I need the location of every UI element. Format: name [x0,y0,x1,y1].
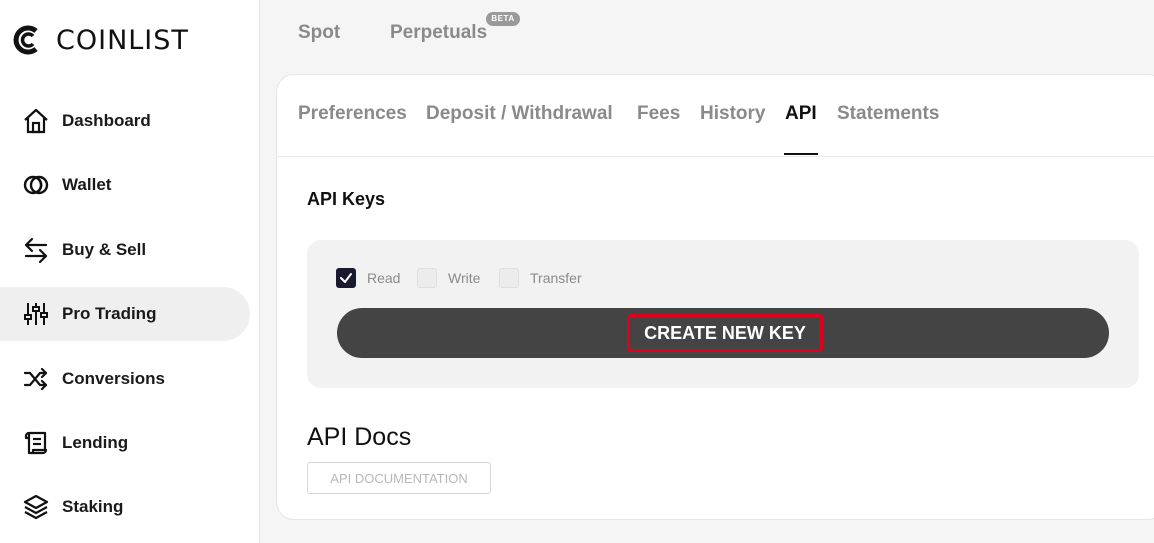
sidebar-item-staking[interactable]: Staking [0,480,250,534]
sliders-icon [22,300,50,328]
main-content: Spot Perpetuals BETA Preferences Deposit… [261,0,1154,543]
sidebar-item-label: Wallet [62,175,112,194]
api-keys-title: API Keys [307,189,386,209]
checkbox-unchecked[interactable] [499,268,519,288]
create-new-key-button[interactable]: CREATE NEW KEY [337,308,1109,358]
api-documentation-button[interactable]: API DOCUMENTATION [307,462,491,494]
swap-arrows-icon [22,236,50,264]
coinlist-logo-icon [13,25,38,55]
permission-label: Read [367,270,401,286]
sidebar-item-label: Lending [62,433,129,452]
tab-api[interactable]: API [785,103,817,125]
sidebar-item-lending[interactable]: Lending [0,416,250,470]
tab-fees[interactable]: Fees [637,103,680,125]
sidebar-item-pro-trading[interactable]: Pro Trading [0,287,250,341]
permission-write-checkbox[interactable]: Write [417,268,480,288]
tab-perpetuals[interactable]: Perpetuals [390,22,487,44]
beta-badge: BETA [486,12,520,26]
scroll-icon [22,429,50,457]
settings-card: Preferences Deposit / Withdrawal Fees Hi… [276,74,1154,520]
api-docs-title: API Docs [307,423,412,451]
coinlist-logo[interactable]: COINLIST [12,22,189,58]
create-new-key-label: CREATE NEW KEY [627,314,823,352]
tab-preferences[interactable]: Preferences [298,103,407,125]
wallet-rings-icon [22,171,50,199]
shuffle-icon [22,365,50,393]
permission-read-checkbox[interactable]: Read [336,268,400,288]
layers-icon [22,493,50,521]
tab-statements[interactable]: Statements [837,103,939,125]
sidebar-item-label: Conversions [62,369,165,388]
checkbox-checked[interactable] [336,268,356,288]
checkmark-icon [340,273,352,283]
active-tab-indicator [784,153,818,155]
permission-transfer-checkbox[interactable]: Transfer [499,268,582,288]
permission-label: Transfer [530,270,582,286]
sidebar-item-label: Dashboard [62,111,151,130]
brand-name: COINLIST [56,24,189,56]
tab-spot[interactable]: Spot [298,22,340,44]
house-icon [22,107,50,135]
settings-tabs: Preferences Deposit / Withdrawal Fees Hi… [277,75,1154,157]
sidebar-item-label: Staking [62,497,124,516]
sidebar-item-dashboard[interactable]: Dashboard [0,94,250,148]
permission-label: Write [448,270,481,286]
sidebar-item-buy-sell[interactable]: Buy & Sell [0,223,250,277]
sidebar: COINLIST Dashboard Wallet Buy & Sell Pro… [0,0,260,543]
tab-deposit-withdrawal[interactable]: Deposit / Withdrawal [426,103,613,125]
sidebar-item-conversions[interactable]: Conversions [0,352,250,406]
api-keys-panel: Read Write Transfer CREATE NEW KEY [307,240,1139,388]
tab-history[interactable]: History [700,103,765,125]
checkbox-unchecked[interactable] [417,268,437,288]
sidebar-item-label: Buy & Sell [62,240,147,259]
sidebar-item-label: Pro Trading [62,304,157,323]
sidebar-item-wallet[interactable]: Wallet [0,158,250,212]
